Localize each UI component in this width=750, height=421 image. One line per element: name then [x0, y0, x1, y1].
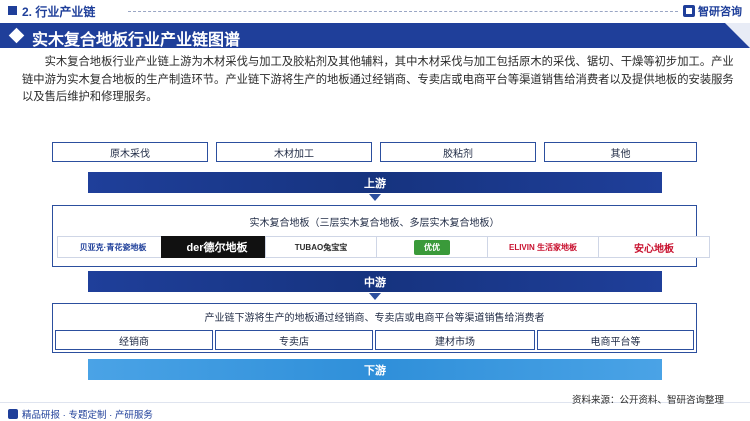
- brand-logo-youyou: 优优: [376, 236, 488, 258]
- title-bar: 实木复合地板行业产业链图谱: [0, 23, 750, 49]
- logo-text: ELIVIN 生活家地板: [508, 242, 577, 252]
- source-note: 资料来源：公开资料、智研咨询整理: [571, 395, 724, 406]
- brand-logo-anxin: 安心地板: [598, 236, 710, 258]
- section-title: 2. 行业产业链: [22, 5, 96, 19]
- midstream-frame-title: 实木复合地板（三层实木复合地板、多层实木复合地板）: [249, 218, 500, 229]
- midstream-band: 中游: [88, 271, 662, 292]
- downstream-item: 专卖店: [215, 330, 373, 350]
- downstream-item: 经销商: [55, 330, 213, 350]
- down-arrow-icon: [369, 293, 381, 300]
- downstream-item: 电商平台等: [537, 330, 694, 350]
- brand-logo-der: der德尔地板: [161, 236, 273, 258]
- intro-paragraph: 实木复合地板行业产业链上游为木材采伐与加工及胶粘剂及其他辅料，其中木材采伐与加工…: [22, 56, 734, 103]
- footer-tagline-text: 精品研报 · 专题定制 · 产研服务: [22, 410, 153, 421]
- upstream-item: 原木采伐: [52, 142, 208, 162]
- logo-text: der德尔地板: [186, 242, 248, 254]
- top-bar: 2. 行业产业链 智研咨询: [0, 0, 750, 22]
- logo-text: TUBAO兔宝宝: [294, 242, 348, 252]
- page-title: 实木复合地板行业产业链图谱: [32, 32, 241, 49]
- upstream-band: 上游: [88, 172, 662, 193]
- brand-logo-tubao: TUBAO兔宝宝: [265, 236, 377, 258]
- logo-text: 优优: [414, 239, 450, 255]
- brand-logo-elivin: ELIVIN 生活家地板: [487, 236, 599, 258]
- brand-logo: 智研咨询: [683, 3, 742, 19]
- brand-icon: [683, 5, 695, 17]
- title-corner-wedge: [725, 23, 750, 48]
- footer: 精品研报 · 专题定制 · 产研服务 资料来源：公开资料、智研咨询整理: [0, 395, 750, 421]
- upstream-item: 胶粘剂: [380, 142, 536, 162]
- downstream-frame-title: 产业链下游将生产的地板通过经销商、专卖店或电商平台等渠道销售给消费者: [204, 313, 545, 324]
- dashed-divider: [128, 11, 678, 12]
- down-arrow-icon: [369, 194, 381, 201]
- brand-name: 智研咨询: [698, 6, 742, 18]
- upstream-item: 木材加工: [216, 142, 372, 162]
- brand-icon: [8, 409, 18, 419]
- section-square-icon: [8, 6, 17, 15]
- diamond-icon: [8, 27, 25, 44]
- upstream-item: 其他: [544, 142, 697, 162]
- brand-logo-beiyake: 贝亚克·青花瓷地板: [57, 236, 169, 258]
- downstream-item: 建材市场: [375, 330, 535, 350]
- footer-tagline: 精品研报 · 专题定制 · 产研服务: [8, 407, 153, 421]
- logo-text: 安心地板: [634, 243, 674, 255]
- downstream-band: 下游: [88, 359, 662, 380]
- logo-text: 贝亚克·青花瓷地板: [79, 242, 147, 252]
